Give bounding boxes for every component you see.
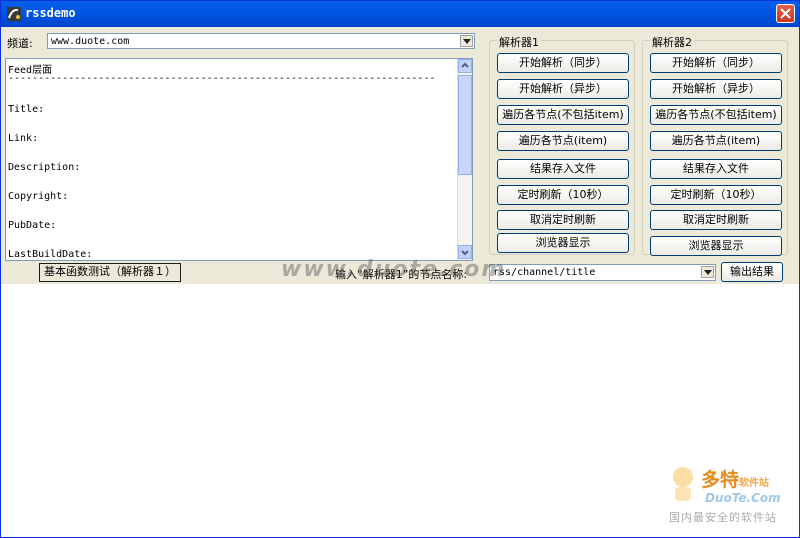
scroll-thumb[interactable]	[458, 75, 472, 175]
logo-brand: 多特软件站	[701, 469, 770, 491]
parser1-timed-refresh-button[interactable]: 定时刷新（10秒）	[497, 185, 629, 205]
parser1-async-parse-button[interactable]: 开始解析（异步）	[497, 79, 629, 99]
output-line: Copyright:	[8, 191, 69, 202]
parser2-traverse-nodes-button[interactable]: 遍历各节点(不包括item)	[650, 105, 782, 125]
chevron-up-icon	[461, 62, 469, 68]
parser1-save-file-button[interactable]: 结果存入文件	[497, 159, 629, 179]
channel-value: www.duote.com	[51, 36, 130, 47]
chevron-down-icon	[704, 270, 712, 275]
title-bar[interactable]: rssdemo	[1, 1, 799, 27]
parser2-group: 解析器2 开始解析（同步） 开始解析（异步） 遍历各节点(不包括item) 遍历…	[642, 34, 788, 256]
output-line: Link:	[8, 133, 39, 144]
duote-logo: 多特软件站 DuoTe.Com 国内最安全的软件站	[665, 463, 797, 533]
parser1-cancel-refresh-button[interactable]: 取消定时刷新	[497, 210, 629, 230]
output-line: Description:	[8, 162, 81, 173]
output-line: LastBuildDate:	[8, 249, 93, 260]
close-button[interactable]	[776, 4, 795, 23]
parser2-title: 解析器2	[650, 34, 694, 50]
parser1-browser-view-button[interactable]: 浏览器显示	[497, 233, 629, 253]
app-icon	[7, 7, 21, 21]
output-textarea[interactable]: Feed层面 ---------------------------------…	[5, 58, 473, 261]
parser2-async-parse-button[interactable]: 开始解析（异步）	[650, 79, 782, 99]
output-scrollbar[interactable]	[457, 59, 472, 260]
close-icon	[780, 8, 791, 19]
parser1-group: 解析器1 开始解析（同步） 开始解析（异步） 遍历各节点(不包括item) 遍历…	[489, 34, 635, 255]
parser2-timed-refresh-button[interactable]: 定时刷新（10秒）	[650, 185, 782, 205]
parser2-sync-parse-button[interactable]: 开始解析（同步）	[650, 53, 782, 73]
parser2-traverse-items-button[interactable]: 遍历各节点(item)	[650, 131, 782, 151]
main-panel: 频道: www.duote.com Feed层面 ---------------…	[1, 27, 799, 284]
parser2-browser-view-button[interactable]: 浏览器显示	[650, 236, 782, 256]
window-title: rssdemo	[25, 6, 76, 20]
output-line: PubDate:	[8, 220, 57, 231]
node-name-value: rss/channel/title	[493, 267, 596, 278]
node-name-combobox[interactable]: rss/channel/title	[489, 264, 716, 281]
parser1-traverse-nodes-button[interactable]: 遍历各节点(不包括item)	[497, 105, 629, 125]
logo-url: DuoTe.Com	[705, 491, 781, 505]
node-name-dropdown-button[interactable]	[701, 266, 714, 278]
output-line: ----------------------------------------…	[8, 73, 436, 84]
watermark: www.duote.com	[281, 257, 507, 282]
output-result-button[interactable]: 输出结果	[721, 262, 783, 282]
parser1-sync-parse-button[interactable]: 开始解析（同步）	[497, 53, 629, 73]
output-line: Title:	[8, 104, 45, 115]
channel-combobox[interactable]: www.duote.com	[47, 33, 475, 49]
parser1-title: 解析器1	[497, 34, 541, 50]
parser2-save-file-button[interactable]: 结果存入文件	[650, 159, 782, 179]
basic-function-test-button[interactable]: 基本函数测试（解析器１）	[39, 263, 181, 282]
parser2-cancel-refresh-button[interactable]: 取消定时刷新	[650, 210, 782, 230]
logo-slogan: 国内最安全的软件站	[669, 511, 777, 524]
parser1-traverse-items-button[interactable]: 遍历各节点(item)	[497, 131, 629, 151]
mascot-icon	[673, 467, 693, 501]
scroll-up-button[interactable]	[458, 59, 472, 73]
chevron-down-icon	[463, 39, 471, 44]
channel-label: 频道:	[7, 37, 33, 50]
channel-dropdown-button[interactable]	[460, 35, 473, 47]
app-window: rssdemo 频道: www.duote.com Feed层面 -------…	[0, 0, 800, 538]
